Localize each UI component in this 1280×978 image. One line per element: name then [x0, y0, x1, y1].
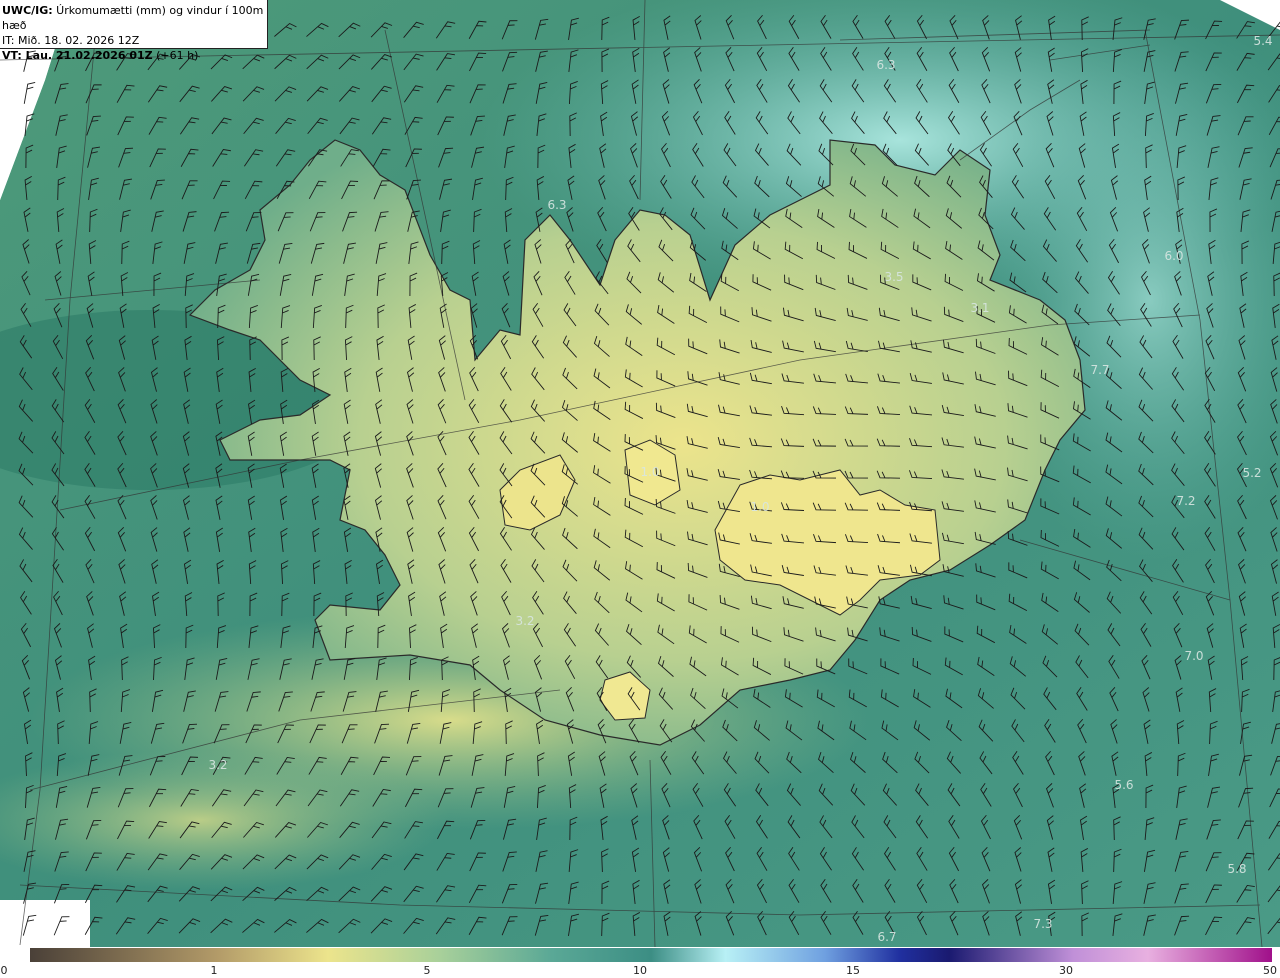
colorbar-tick: 5: [423, 964, 431, 977]
map-value-label: 3.2: [515, 614, 535, 628]
colorbar-tick: 10: [633, 964, 647, 977]
map-value-label: 6.3: [876, 58, 896, 72]
colorbar-tick: 50: [1263, 964, 1277, 977]
colorbar-tick: 0: [0, 964, 8, 977]
map-value-label: 7.3: [1033, 917, 1053, 931]
header-valid-time: VT: Lau. 21.02.2026 01Z (+61 h): [2, 49, 199, 62]
header-init-time: IT: Mið. 18. 02. 2026 12Z: [2, 34, 140, 47]
map-value-label: 6.7: [877, 930, 897, 944]
colorbar: [30, 948, 1272, 962]
colorbar-tick: 1: [210, 964, 218, 977]
map-value-label: 5.6: [1114, 778, 1134, 792]
header-title: UWC/IG: Úrkomumætti (mm) og vindur í 100…: [2, 4, 264, 32]
map-value-label: 7.2: [1176, 494, 1196, 508]
colorbar-tick: 15: [846, 964, 860, 977]
map-value-label: 5.4: [1253, 34, 1273, 48]
map-value-label: 6.3: [547, 198, 567, 212]
map-value-label: 3.5: [884, 270, 904, 284]
map-value-label: 3.1: [970, 301, 990, 315]
map-value-label: 3.2: [208, 758, 228, 772]
map-value-label: 1.0: [640, 465, 660, 479]
forecast-map: 6.3 5.4 6.3 3.5 3.1 6.0 7.7 5.2 7.2 7.0 …: [0, 0, 1280, 947]
map-value-label: 7.0: [1184, 649, 1204, 663]
map-value-label: 5.2: [1242, 466, 1262, 480]
map-value-label: 7.7: [1090, 363, 1110, 377]
map-value-label: 6.0: [1164, 249, 1184, 263]
map-value-label: 1.0: [750, 500, 770, 514]
map-value-label: 5.8: [1227, 862, 1247, 876]
map-header: UWC/IG: Úrkomumætti (mm) og vindur í 100…: [0, 0, 268, 62]
colorbar-tick: 30: [1059, 964, 1073, 977]
